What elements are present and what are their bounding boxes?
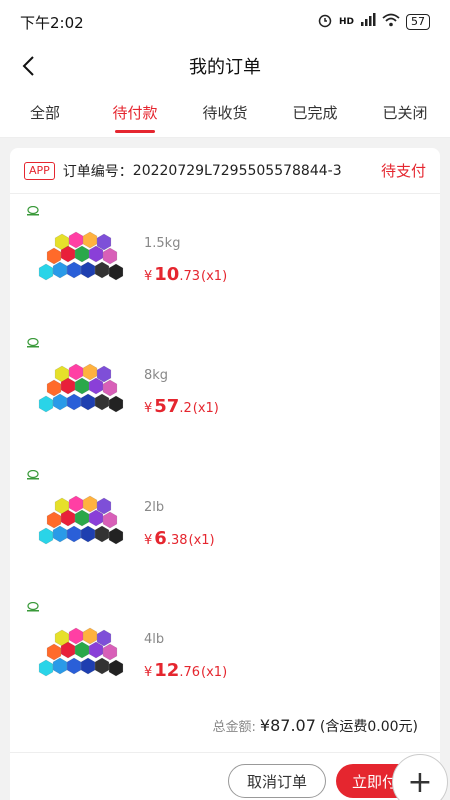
signal-icon: [360, 13, 376, 31]
status-time: 下午2:02: [20, 13, 84, 32]
item-spec: 1.5kg: [144, 236, 181, 251]
brand-logo-icon: [27, 470, 39, 480]
tab-label: 待付款: [112, 104, 158, 122]
dumbbell-product-image: [38, 627, 124, 677]
tab-label: 待收货: [202, 104, 248, 122]
brand-logo-icon: [27, 338, 39, 348]
dumbbell-product-image: [38, 363, 124, 413]
item-spec: 2lb: [144, 500, 165, 515]
tab-pending-receipt[interactable]: 待收货: [180, 88, 270, 137]
price-currency: ¥: [144, 665, 153, 680]
price-decimal: .38: [166, 533, 188, 548]
item-price: ¥ 10 .73 (x1): [144, 264, 227, 285]
brand-logo-icon: [27, 206, 39, 216]
order-header: APP 订单编号： 20220729L7295505578844-3 待支付: [10, 148, 440, 194]
item-quantity: (x1): [188, 533, 215, 548]
price-decimal: .73: [179, 269, 201, 284]
order-item[interactable]: 1.5kg ¥ 10 .73 (x1): [10, 194, 440, 326]
brand-logo-icon: [27, 602, 39, 612]
battery-icon: 57: [406, 14, 430, 30]
item-price: ¥ 12 .76 (x1): [144, 660, 227, 681]
tab-closed[interactable]: 已关闭: [360, 88, 450, 137]
tab-all[interactable]: 全部: [0, 88, 90, 137]
app-tag: APP: [24, 161, 55, 180]
order-tabs: 全部 待付款 待收货 已完成 已关闭: [0, 88, 450, 138]
network-label: HD: [338, 17, 354, 27]
price-currency: ¥: [144, 401, 153, 416]
back-button[interactable]: [14, 52, 42, 80]
item-spec: 4lb: [144, 632, 165, 647]
plus-icon: +: [407, 764, 433, 800]
item-spec: 8kg: [144, 368, 169, 383]
divider: [10, 752, 440, 753]
tab-completed[interactable]: 已完成: [270, 88, 360, 137]
cancel-order-button[interactable]: 取消订单: [228, 764, 326, 798]
tab-pending-payment[interactable]: 待付款: [90, 88, 180, 137]
order-status: 待支付: [380, 162, 426, 180]
wifi-icon: [382, 13, 400, 31]
order-no: 20220729L7295505578844-3: [132, 162, 342, 179]
price-decimal: .2: [179, 401, 192, 416]
item-price: ¥ 57 .2 (x1): [144, 396, 219, 417]
chevron-left-icon: [22, 56, 34, 76]
order-no-label: 订单编号：: [62, 163, 133, 180]
tab-label: 全部: [29, 104, 60, 122]
item-quantity: (x1): [192, 401, 219, 416]
price-integer: 6: [154, 528, 167, 549]
dumbbell-product-image: [38, 231, 124, 281]
shipping-note: (含运费0.00元): [319, 719, 418, 735]
tab-label: 已完成: [292, 104, 338, 122]
order-item[interactable]: 4lb ¥ 12 .76 (x1): [10, 590, 440, 722]
order-item[interactable]: 2lb ¥ 6 .38 (x1): [10, 458, 440, 590]
price-currency: ¥: [144, 533, 153, 548]
tab-label: 已关闭: [382, 104, 428, 122]
price-integer: 10: [154, 264, 180, 285]
item-quantity: (x1): [201, 269, 228, 284]
order-total: 总金额: ¥87.07 (含运费0.00元): [10, 716, 440, 744]
status-icons: HD 57: [317, 12, 430, 32]
item-price: ¥ 6 .38 (x1): [144, 528, 215, 549]
page-title: 我的订单: [189, 57, 261, 78]
total-label: 总金额:: [212, 720, 256, 735]
order-card[interactable]: APP 订单编号： 20220729L7295505578844-3 待支付 1…: [10, 148, 440, 800]
dumbbell-product-image: [38, 495, 124, 545]
price-decimal: .76: [179, 665, 201, 680]
order-item[interactable]: 8kg ¥ 57 .2 (x1): [10, 326, 440, 458]
nav-bar: 我的订单: [0, 44, 450, 88]
price-currency: ¥: [144, 269, 153, 284]
total-amount: ¥87.07: [259, 716, 316, 735]
status-bar: 下午2:02 HD 57: [0, 0, 450, 44]
price-integer: 12: [154, 660, 180, 681]
item-quantity: (x1): [201, 665, 228, 680]
alarm-icon: [317, 12, 333, 32]
price-integer: 57: [154, 396, 180, 417]
